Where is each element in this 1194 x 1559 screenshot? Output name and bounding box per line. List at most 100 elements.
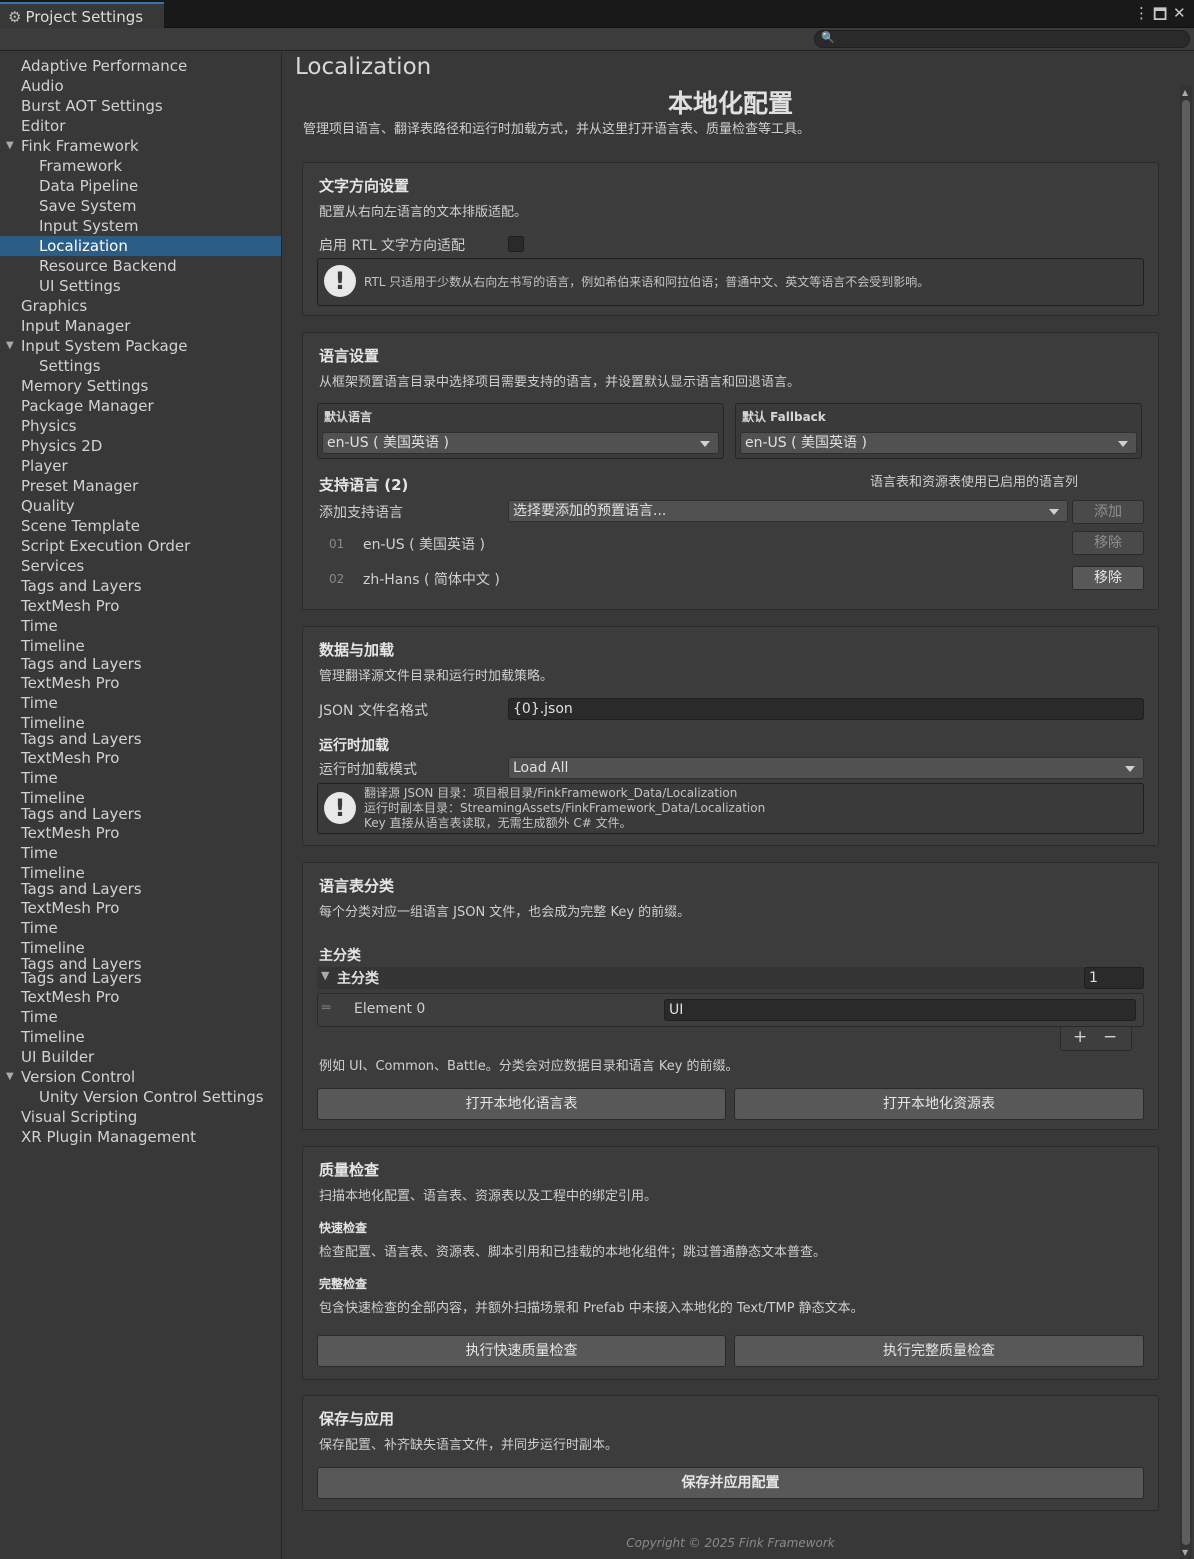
add-language-placeholder: 选择要添加的预置语言... (513, 503, 667, 519)
rtl-help-text: RTL 只适用于少数从右向左书写的语言，例如希伯来语和阿拉伯语；普通中文、英文等… (364, 275, 930, 289)
open-resource-table-button[interactable]: 打开本地化资源表 (734, 1088, 1144, 1120)
sidebar-item-input-system-package[interactable]: ▼ Input System Package (0, 336, 281, 356)
sidebar-item-tags-and-layers[interactable]: Tags and Layers (0, 879, 281, 899)
category-foldout[interactable]: ▼ 主分类 (317, 967, 1144, 989)
sidebar-item-ui-builder[interactable]: UI Builder (0, 1047, 281, 1067)
sidebar-item-time[interactable]: Time (0, 918, 281, 938)
tab-project-settings[interactable]: ⚙ Project Settings (0, 2, 164, 28)
sidebar-item-graphics[interactable]: Graphics (0, 296, 281, 316)
sidebar-item-textmesh-pro[interactable]: TextMesh Pro (0, 673, 281, 693)
full-check-button[interactable]: 执行完整质量检查 (734, 1335, 1144, 1367)
sidebar-item-resource-backend[interactable]: Resource Backend (0, 256, 281, 276)
sidebar-item-editor[interactable]: Editor (0, 116, 281, 136)
sidebar-item-tags-and-layers[interactable]: Tags and Layers (0, 576, 281, 596)
sidebar-item-settings[interactable]: Settings (0, 356, 281, 376)
scrollbar-thumb[interactable] (1182, 100, 1190, 1545)
sidebar-item-xr-plugin-management[interactable]: XR Plugin Management (0, 1127, 281, 1147)
sidebar-item-script-execution-order[interactable]: Script Execution Order (0, 536, 281, 556)
sidebar-item-textmesh-pro[interactable]: TextMesh Pro (0, 823, 281, 843)
sidebar-item-time[interactable]: Time (0, 1007, 281, 1027)
sidebar-item-label: Services (21, 557, 85, 575)
scroll-up-icon[interactable]: ▲ (1182, 88, 1188, 97)
quick-check-button[interactable]: 执行快速质量检查 (317, 1335, 726, 1367)
sidebar-item-tags-and-layers[interactable]: Tags and Layers (0, 804, 281, 824)
sidebar-item-textmesh-pro[interactable]: TextMesh Pro (0, 596, 281, 616)
sidebar-item-ui-settings[interactable]: UI Settings (0, 276, 281, 296)
sidebar-item-physics[interactable]: Physics (0, 416, 281, 436)
add-language-dropdown[interactable]: 选择要添加的预置语言... (508, 500, 1068, 522)
language-index: 02 (329, 572, 345, 586)
category-count-input[interactable]: 1 (1084, 967, 1144, 989)
sidebar-item-memory-settings[interactable]: Memory Settings (0, 376, 281, 396)
sidebar-item-quality[interactable]: Quality (0, 496, 281, 516)
sidebar-item-time[interactable]: Time (0, 768, 281, 788)
sidebar-item-localization[interactable]: Localization (0, 236, 281, 256)
sidebar-item-visual-scripting[interactable]: Visual Scripting (0, 1107, 281, 1127)
sidebar-item-burst-aot-settings[interactable]: Burst AOT Settings (0, 96, 281, 116)
close-icon[interactable]: ✕ (1173, 4, 1186, 22)
fallback-language-dropdown[interactable]: en-US ( 美国英语 ) (740, 432, 1137, 454)
sidebar-item-tags-and-layers[interactable]: Tags and Layers (0, 654, 281, 674)
foldout-arrow-icon[interactable]: ▼ (6, 336, 14, 356)
sidebar-item-save-system[interactable]: Save System (0, 196, 281, 216)
sidebar-item-label: Time (21, 694, 58, 712)
data-header: 数据与加载 (319, 641, 395, 659)
sidebar-item-services[interactable]: Services (0, 556, 281, 576)
content-scrollbar[interactable]: ▲ ▼ (1180, 86, 1192, 1559)
category-foldout-label: 主分类 (337, 971, 379, 987)
plus-icon[interactable]: + (1073, 1027, 1087, 1047)
sidebar-item-preset-manager[interactable]: Preset Manager (0, 476, 281, 496)
foldout-arrow-icon[interactable]: ▼ (6, 136, 14, 156)
scroll-down-icon[interactable]: ▼ (1182, 1548, 1188, 1557)
sidebar-item-scene-template[interactable]: Scene Template (0, 516, 281, 536)
maximize-icon[interactable]: 🗖 (1153, 4, 1167, 29)
runtime-mode-dropdown[interactable]: Load All (508, 757, 1144, 779)
sidebar-item-physics-2d[interactable]: Physics 2D (0, 436, 281, 456)
sidebar-item-tags-and-layers[interactable]: Tags and Layers (0, 968, 281, 988)
sidebar-item-adaptive-performance[interactable]: Adaptive Performance (0, 56, 281, 76)
main-description: 管理项目语言、翻译表路径和运行时加载方式，并从这里打开语言表、质量检查等工具。 (303, 122, 811, 137)
sidebar-item-textmesh-pro[interactable]: TextMesh Pro (0, 898, 281, 918)
more-options-icon[interactable]: ⋮ (1134, 4, 1149, 22)
sidebar-item-label: Visual Scripting (21, 1108, 138, 1126)
sidebar-item-fink-framework[interactable]: ▼ Fink Framework (0, 136, 281, 156)
element-value-input[interactable]: UI (664, 999, 1136, 1021)
sidebar-item-input-system[interactable]: Input System (0, 216, 281, 236)
sidebar-item-timeline[interactable]: Timeline (0, 636, 281, 656)
sidebar-item-time[interactable]: Time (0, 843, 281, 863)
data-help-box: ! 翻译源 JSON 目录：项目根目录/FinkFramework_Data/L… (317, 783, 1144, 834)
sidebar-item-package-manager[interactable]: Package Manager (0, 396, 281, 416)
supported-languages-header: 支持语言 (2) (319, 476, 409, 494)
sidebar-item-timeline[interactable]: Timeline (0, 1027, 281, 1047)
quality-header: 质量检查 (319, 1161, 380, 1179)
language-index: 01 (329, 537, 345, 551)
sidebar-item-label: Version Control (21, 1068, 136, 1086)
save-apply-button[interactable]: 保存并应用配置 (317, 1467, 1144, 1499)
chevron-down-icon (1125, 766, 1135, 772)
search-input[interactable]: 🔍 (814, 30, 1190, 48)
rtl-checkbox[interactable] (508, 236, 524, 252)
sidebar-item-time[interactable]: Time (0, 616, 281, 636)
sidebar-item-player[interactable]: Player (0, 456, 281, 476)
default-language-dropdown[interactable]: en-US ( 美国英语 ) (322, 432, 719, 454)
sidebar-item-label: Tags and Layers (21, 805, 142, 823)
sidebar-item-textmesh-pro[interactable]: TextMesh Pro (0, 748, 281, 768)
drag-handle-icon[interactable]: ═ (322, 1000, 330, 1016)
json-format-input[interactable]: {0}.json (508, 698, 1144, 720)
sidebar-item-label: Resource Backend (39, 257, 177, 275)
sidebar-item-textmesh-pro[interactable]: TextMesh Pro (0, 987, 281, 1007)
open-language-table-button[interactable]: 打开本地化语言表 (317, 1088, 726, 1120)
sidebar-item-input-manager[interactable]: Input Manager (0, 316, 281, 336)
remove-language-button[interactable]: 移除 (1072, 531, 1144, 555)
sidebar-item-tags-and-layers[interactable]: Tags and Layers (0, 729, 281, 749)
minus-icon[interactable]: − (1103, 1027, 1117, 1047)
sidebar-item-framework[interactable]: Framework (0, 156, 281, 176)
add-language-button[interactable]: 添加 (1072, 500, 1144, 524)
sidebar-item-data-pipeline[interactable]: Data Pipeline (0, 176, 281, 196)
sidebar-item-version-control[interactable]: ▼ Version Control (0, 1067, 281, 1087)
sidebar-item-audio[interactable]: Audio (0, 76, 281, 96)
remove-language-button[interactable]: 移除 (1072, 566, 1144, 590)
sidebar-item-time[interactable]: Time (0, 693, 281, 713)
sidebar-item-unity-version-control-settings[interactable]: Unity Version Control Settings (0, 1087, 281, 1107)
foldout-arrow-icon[interactable]: ▼ (6, 1067, 14, 1087)
